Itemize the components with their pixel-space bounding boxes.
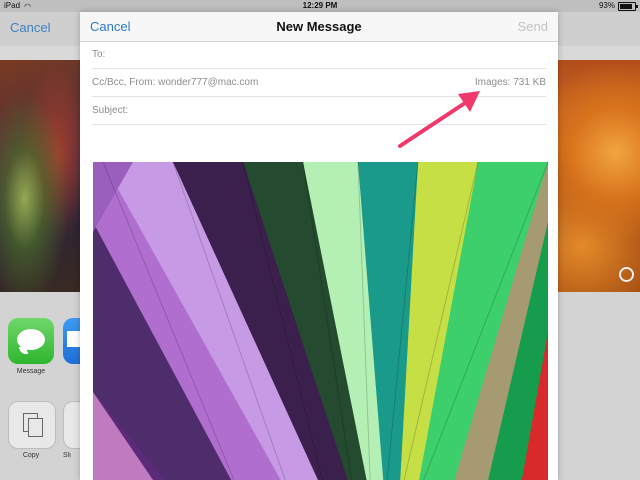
selection-circle-icon[interactable] — [619, 267, 634, 282]
compose-nav-bar: Cancel New Message Send — [80, 12, 558, 42]
cc-from-label: Cc/Bcc, From: — [92, 77, 156, 88]
copy-action-button[interactable] — [8, 401, 56, 449]
fabric-fan-photo — [93, 162, 548, 480]
images-size[interactable]: Images: 731 KB — [475, 69, 546, 96]
messages-app-icon[interactable] — [8, 318, 54, 364]
attached-image — [93, 162, 548, 480]
cc-from-field[interactable]: Cc/Bcc, From: wonder777@mac.com Images: … — [92, 69, 546, 97]
background-cancel-button[interactable]: Cancel — [10, 20, 50, 35]
send-button[interactable]: Send — [518, 19, 548, 34]
copy-icon-back — [28, 418, 43, 437]
compose-title: New Message — [276, 19, 362, 34]
from-address[interactable]: wonder777@mac.com — [158, 77, 258, 88]
background-photo-left — [0, 60, 82, 292]
battery-indicator: 93% — [598, 0, 638, 12]
copy-action-label: Copy — [22, 452, 40, 459]
compose-sheet: Cancel New Message Send To: Cc/Bcc, From… — [80, 12, 558, 480]
to-label: To: — [92, 49, 106, 60]
status-bar: iPad ◠ 12:29 PM 93% — [0, 0, 640, 12]
subject-label: Subject: — [92, 105, 129, 116]
battery-icon — [618, 1, 638, 11]
to-field[interactable]: To: — [92, 41, 546, 69]
background-photo-right — [558, 60, 640, 292]
subject-field[interactable]: Subject: — [92, 97, 546, 125]
clock: 12:29 PM — [302, 1, 338, 10]
battery-percent: 93% — [598, 1, 615, 10]
share-app-label: Message — [16, 368, 46, 375]
